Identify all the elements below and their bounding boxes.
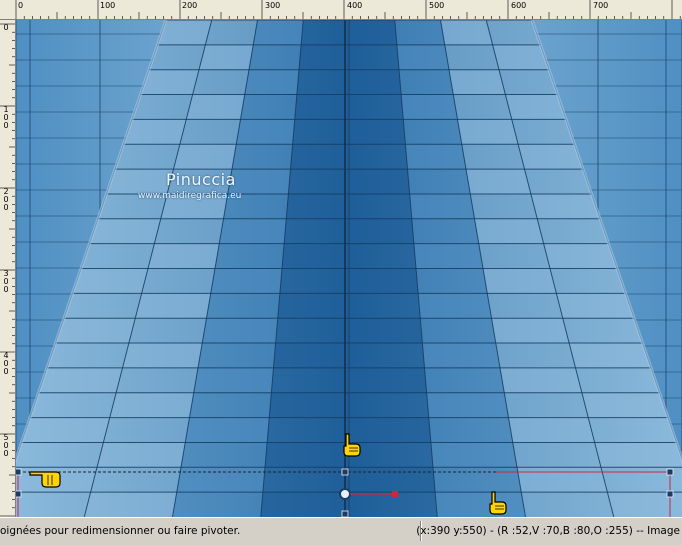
ruler-vlabel-200: 2 0 0 [3, 187, 9, 212]
ruler-label-600: 600 [511, 1, 527, 10]
status-cursor-info: (x:390 y:550) - (R :52,V :70,B :80,O :25… [416, 525, 680, 537]
ruler-vlabel-400: 4 0 0 [3, 351, 9, 376]
ruler-label-200: 200 [182, 1, 198, 10]
ruler-label-500: 500 [429, 1, 445, 10]
pointing-hand-icon [489, 491, 507, 515]
pointing-hand-icon [29, 471, 61, 488]
ruler-vlabel-500: 5 0 0 [3, 433, 9, 458]
vertical-ruler: 0 1 0 0 2 0 0 3 0 0 4 0 0 5 0 0 [0, 20, 16, 517]
status-bar: oignées pour redimensionner ou faire piv… [0, 517, 682, 545]
ruler-label-400: 400 [347, 1, 363, 10]
ruler-label-100: 100 [100, 1, 116, 10]
ruler-label-0: 0 [18, 1, 24, 10]
ruler-label-700: 700 [593, 1, 609, 10]
ruler-vlabel-300: 3 0 0 [3, 269, 9, 294]
watermark-title: Pinuccia [166, 170, 236, 189]
ruler-vlabel-0: 0 [3, 23, 9, 32]
watermark-url: www.maidiregrafica.eu [138, 191, 242, 201]
ruler-vlabel-100: 1 0 0 [3, 105, 9, 130]
horizontal-ruler: 0 100 200 300 400 500 600 700 [0, 0, 682, 20]
ruler-label-300: 300 [265, 1, 281, 10]
image-canvas[interactable]: Pinuccia www.maidiregrafica.eu [16, 20, 682, 517]
status-hint: oignées pour redimensionner ou faire piv… [0, 525, 241, 537]
pointing-hand-icon [343, 433, 361, 457]
